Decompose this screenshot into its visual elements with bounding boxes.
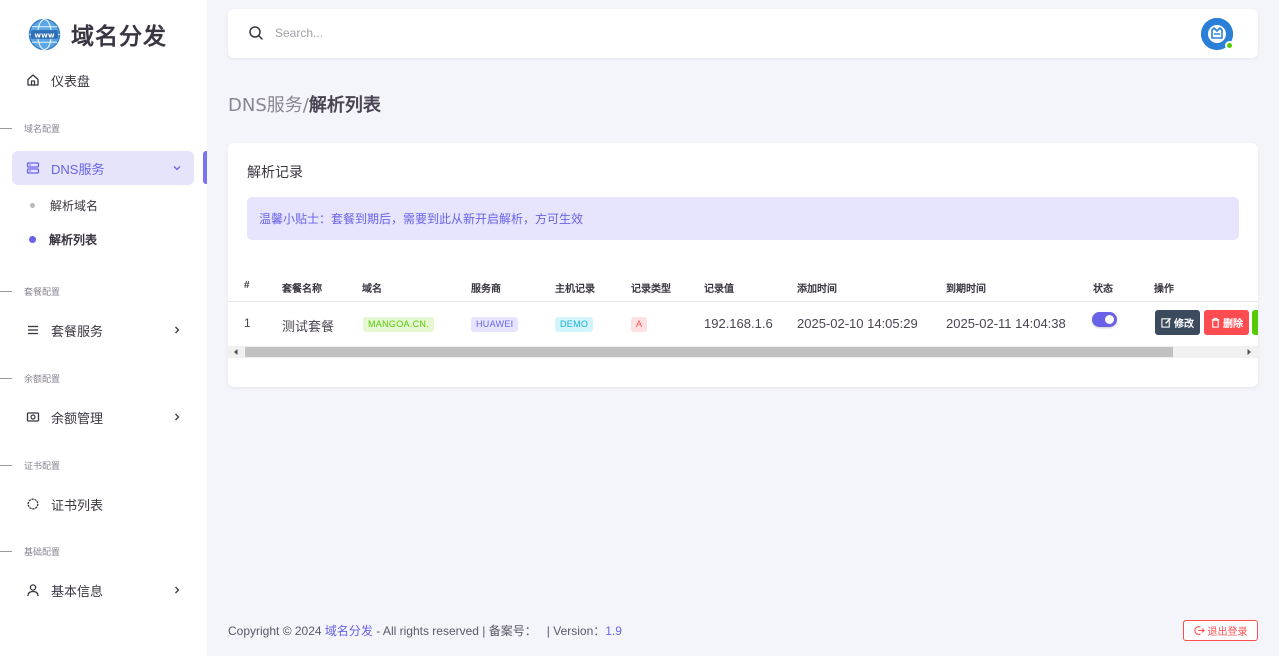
bullet-dot-icon: [29, 235, 36, 243]
sidebar-item-package-service[interactable]: 套餐服务: [12, 313, 194, 347]
card-title: 解析记录: [247, 164, 303, 180]
certificate-icon: [25, 496, 41, 512]
scroll-right-arrow-icon[interactable]: [1245, 348, 1253, 356]
horizontal-scrollbar[interactable]: [228, 346, 1258, 358]
sidebar-subitem-dns-records[interactable]: 解析列表: [29, 229, 97, 249]
sidebar-item-label: 套餐服务: [51, 323, 104, 339]
logout-icon: [1193, 626, 1205, 635]
home-icon: [25, 72, 41, 88]
header-divider: [228, 301, 1258, 302]
edit-icon: [1161, 317, 1172, 328]
column-header-value: 记录值: [704, 284, 734, 295]
cell-value: 192.168.1.6: [704, 316, 773, 331]
cell-expire-time: 2025-02-11 14:04:38: [946, 316, 1066, 331]
sidebar-item-basic-info[interactable]: 基本信息: [12, 573, 194, 607]
status-toggle[interactable]: [1092, 312, 1117, 327]
brand-title: 域名分发: [71, 24, 167, 50]
section-basic-config: 基础配置: [0, 544, 60, 558]
sidebar-item-cert-list[interactable]: 证书列表: [12, 487, 194, 521]
column-header-actions: 操作: [1154, 284, 1174, 295]
svg-text:www: www: [34, 30, 54, 39]
page-title: 解析列表: [308, 95, 381, 116]
breadcrumb-parent[interactable]: DNS服务/: [228, 95, 309, 116]
sidebar-item-label: DNS服务: [51, 161, 105, 177]
column-header-type: 记录类型: [631, 284, 671, 295]
column-header-expires: 到期时间: [946, 284, 986, 295]
records-card: 解析记录 温馨小贴士：套餐到期后，需要到此从新开启解析，方可生效 # 套餐名称 …: [228, 143, 1258, 387]
version-number: 1.9: [605, 623, 622, 638]
sidebar-subitem-dns-domains[interactable]: 解析域名: [30, 195, 98, 215]
delete-button[interactable]: 删除: [1204, 310, 1249, 335]
host-badge: DEMO: [555, 317, 594, 332]
avatar[interactable]: [1201, 18, 1234, 50]
provider-badge: HUAWEI: [471, 317, 519, 332]
type-badge: A: [631, 317, 648, 332]
sidebar-item-label: 仪表盘: [51, 73, 91, 89]
sidebar-item-label: 余额管理: [51, 410, 104, 426]
column-header-status: 状态: [1093, 284, 1113, 295]
column-header-provider: 服务商: [471, 284, 501, 295]
search-icon[interactable]: [248, 25, 264, 41]
logout-button[interactable]: 退出登录: [1183, 620, 1258, 641]
chevron-right-icon: [170, 583, 184, 597]
edit-button[interactable]: 修改: [1155, 310, 1200, 335]
bullet-dot-icon: [30, 202, 35, 208]
top-bar: [228, 9, 1258, 58]
sidebar-item-dashboard[interactable]: 仪表盘: [12, 63, 194, 97]
search-input[interactable]: [275, 21, 675, 45]
scroll-left-arrow-icon[interactable]: [232, 348, 240, 356]
money-icon: [25, 409, 41, 425]
section-domain-config: 域名配置: [0, 121, 60, 135]
globe-www-logo-icon: www: [28, 18, 61, 50]
online-status-dot: [1225, 41, 1234, 50]
column-header-package: 套餐名称: [282, 284, 322, 295]
column-header-domain: 域名: [362, 284, 382, 295]
brand[interactable]: www 域名分发: [28, 17, 167, 51]
column-header-host: 主机记录: [555, 284, 595, 295]
sidebar-item-label: 基本信息: [51, 583, 104, 599]
section-balance-config: 余额配置: [0, 371, 60, 385]
section-package-config: 套餐配置: [0, 284, 60, 298]
section-cert-config: 证书配置: [0, 458, 60, 472]
scrollbar-thumb[interactable]: [245, 347, 1173, 357]
cell-added-time: 2025-02-10 14:05:29: [797, 316, 918, 331]
footer: Copyright © 2024 域名分发 - All rights reser…: [228, 622, 622, 639]
trash-icon: [1211, 317, 1220, 328]
domain-badge: MANGOA.CN.: [363, 317, 435, 332]
tip-alert: 温馨小贴士：套餐到期后，需要到此从新开启解析，方可生效: [247, 197, 1239, 240]
chevron-down-icon: [170, 161, 184, 175]
user-icon: [25, 582, 41, 598]
column-header-index: #: [244, 280, 250, 291]
sidebar-item-label: 证书列表: [51, 497, 104, 513]
list-icon: [25, 322, 41, 338]
active-indicator: [203, 151, 207, 184]
column-header-added: 添加时间: [797, 284, 837, 295]
footer-site-link[interactable]: 域名分发: [325, 622, 373, 639]
sidebar-item-dns-service[interactable]: DNS服务: [12, 151, 194, 185]
server-icon: [25, 160, 41, 176]
more-action-button[interactable]: [1252, 310, 1258, 335]
cell-package: 测试套餐: [282, 319, 335, 334]
records-table: # 套餐名称 域名 服务商 主机记录 记录类型 记录值 添加时间 到期时间 状态…: [228, 271, 1258, 346]
cell-index: 1: [244, 316, 251, 330]
chevron-right-icon: [170, 410, 184, 424]
chevron-right-icon: [170, 323, 184, 337]
sidebar-item-balance-manage[interactable]: 余额管理: [12, 400, 194, 434]
breadcrumb: DNS服务/解析列表: [228, 91, 381, 117]
sidebar: www 域名分发 仪表盘 域名配置 DNS服务 解析域名 解析列表 套餐配置 套…: [0, 0, 207, 656]
